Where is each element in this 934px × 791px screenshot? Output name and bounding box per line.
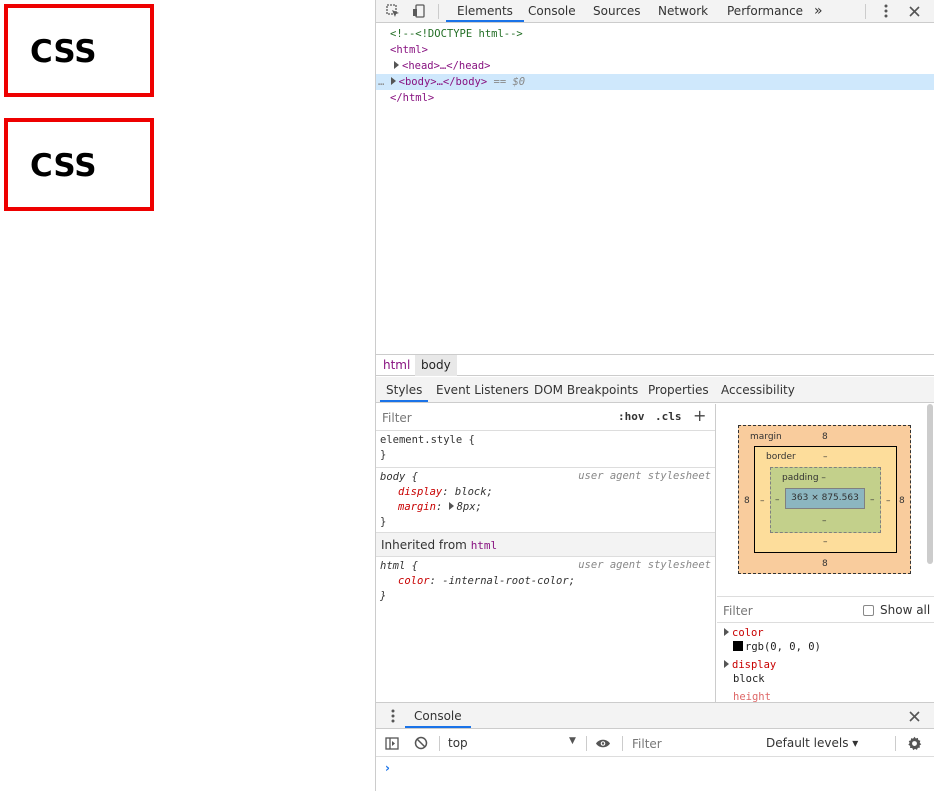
rule-close: } [380,449,387,461]
tree-node-head[interactable]: <head>…</head> [376,58,934,74]
breadcrumb-html[interactable]: html [377,355,416,376]
toolbar-divider [586,736,587,751]
close-icon[interactable] [903,0,925,22]
tree-node-html[interactable]: <html> [376,42,934,58]
page-viewport: CSS CSS [0,0,375,791]
rule-body: body { user agent stylesheet display: bl… [376,469,715,533]
tab-sources[interactable]: Sources [593,0,640,22]
rule-source: user agent stylesheet [578,470,711,482]
declaration[interactable]: margin: 8px; [376,500,715,515]
toolbar-divider [865,4,866,19]
more-tabs-icon[interactable]: » [814,0,823,22]
styles-filter-input[interactable] [380,408,608,427]
toolbar-divider [622,736,623,751]
css-box: CSS [4,118,154,211]
tab-properties[interactable]: Properties [648,377,709,402]
close-drawer-icon[interactable] [903,705,925,727]
inherited-link[interactable]: html [471,539,498,552]
tab-console-drawer[interactable]: Console [405,703,471,728]
live-expression-eye-icon[interactable] [592,732,614,754]
drawer-menu-icon[interactable] [382,705,404,727]
kebab-menu-icon[interactable] [875,0,897,22]
log-levels-dropdown[interactable]: Default levels ▾ [766,736,858,750]
cls-toggle[interactable]: .cls [655,410,682,423]
tab-styles[interactable]: Styles [380,377,429,402]
context-selector[interactable]: top [448,736,468,750]
show-all-checkbox[interactable] [863,604,874,616]
node-actions-icon[interactable]: … [378,76,384,88]
rule-element-style: element.style { } [376,432,715,468]
computed-property[interactable]: color rgb(0, 0, 0) [724,626,821,654]
tab-accessibility[interactable]: Accessibility [721,377,795,402]
console-filter-input[interactable] [630,734,758,753]
inspect-element-icon[interactable] [382,0,404,22]
rule-selector[interactable]: element.style { [376,433,715,448]
declaration[interactable]: display: block; [376,485,715,500]
tree-node-body[interactable]: … <body>…</body> == $0 [376,74,934,90]
gear-icon[interactable] [903,732,925,754]
computed-property[interactable]: display block [724,658,776,686]
rule-source: user agent stylesheet [578,559,711,571]
expand-triangle-icon[interactable] [724,628,729,636]
device-toolbar-icon[interactable] [408,0,430,22]
devtools-panel: Elements Console Sources Network Perform… [375,0,934,791]
tab-dom-breakpoints[interactable]: DOM Breakpoints [534,377,638,402]
expand-triangle-icon[interactable] [394,61,399,69]
color-swatch-icon [733,641,743,651]
computed-filter-bar: Show all [717,596,934,623]
css-box-text: CSS [30,148,97,184]
css-box: CSS [4,4,154,97]
sidebar-tabs: Styles Event Listeners DOM Breakpoints P… [376,377,934,403]
devtools-toolbar: Elements Console Sources Network Perform… [376,0,934,23]
styles-filter-bar: :hov .cls + [376,404,715,431]
scrollbar[interactable] [927,404,933,564]
expand-triangle-icon[interactable] [724,660,729,668]
dom-tree: <!--<!DOCTYPE html--> <html> <head>…</he… [376,24,934,354]
console-toolbar: top ▼ Default levels ▾ [376,730,934,757]
tab-performance[interactable]: Performance [727,0,803,22]
computed-property[interactable]: height [724,690,771,702]
computed-filter-input[interactable] [721,601,841,620]
clear-console-icon[interactable] [410,732,432,754]
inherited-header: Inherited from html [376,533,715,557]
computed-pane: margin 8 8 8 8 border – – – – padding – … [717,404,934,702]
chevron-down-icon[interactable]: ▼ [569,736,576,746]
new-rule-icon[interactable]: + [693,406,706,425]
toolbar-divider [439,736,440,751]
hov-toggle[interactable]: :hov [618,410,645,423]
breadcrumb-body[interactable]: body [415,355,457,376]
rule-close: } [380,590,387,602]
rule-html: html { user agent stylesheet color: -int… [376,558,715,608]
toolbar-divider [438,4,439,19]
box-model-margin[interactable]: margin 8 8 8 8 border – – – – padding – … [738,425,911,574]
tree-node-comment[interactable]: <!--<!DOCTYPE html--> [376,26,934,42]
expand-triangle-icon[interactable] [448,502,454,510]
show-sidebar-icon[interactable] [381,732,403,754]
tab-console[interactable]: Console [528,0,576,22]
expand-triangle-icon[interactable] [390,77,396,85]
tree-node-html-close[interactable]: </html> [376,90,934,106]
tab-event-listeners[interactable]: Event Listeners [436,377,529,402]
css-box-text: CSS [30,34,97,70]
box-model-content[interactable]: 363 × 875.563 [785,488,865,509]
box-model-border[interactable]: border – – – – padding – – – – 363 × 875… [754,446,897,553]
toolbar-divider [895,736,896,751]
drawer-header: Console [376,703,934,729]
styles-pane: :hov .cls + element.style { } body { use… [376,404,716,702]
console-prompt[interactable]: › [385,761,390,775]
rule-close: } [380,516,387,528]
tab-network[interactable]: Network [658,0,708,22]
tab-elements[interactable]: Elements [446,0,524,22]
console-drawer: Console top ▼ Default levels ▾ [376,702,934,791]
breadcrumb: html body [376,354,934,376]
show-all-toggle[interactable]: Show all [863,603,930,617]
declaration[interactable]: color: -internal-root-color; [376,574,715,589]
box-model-padding[interactable]: padding – – – – 363 × 875.563 [770,467,881,533]
